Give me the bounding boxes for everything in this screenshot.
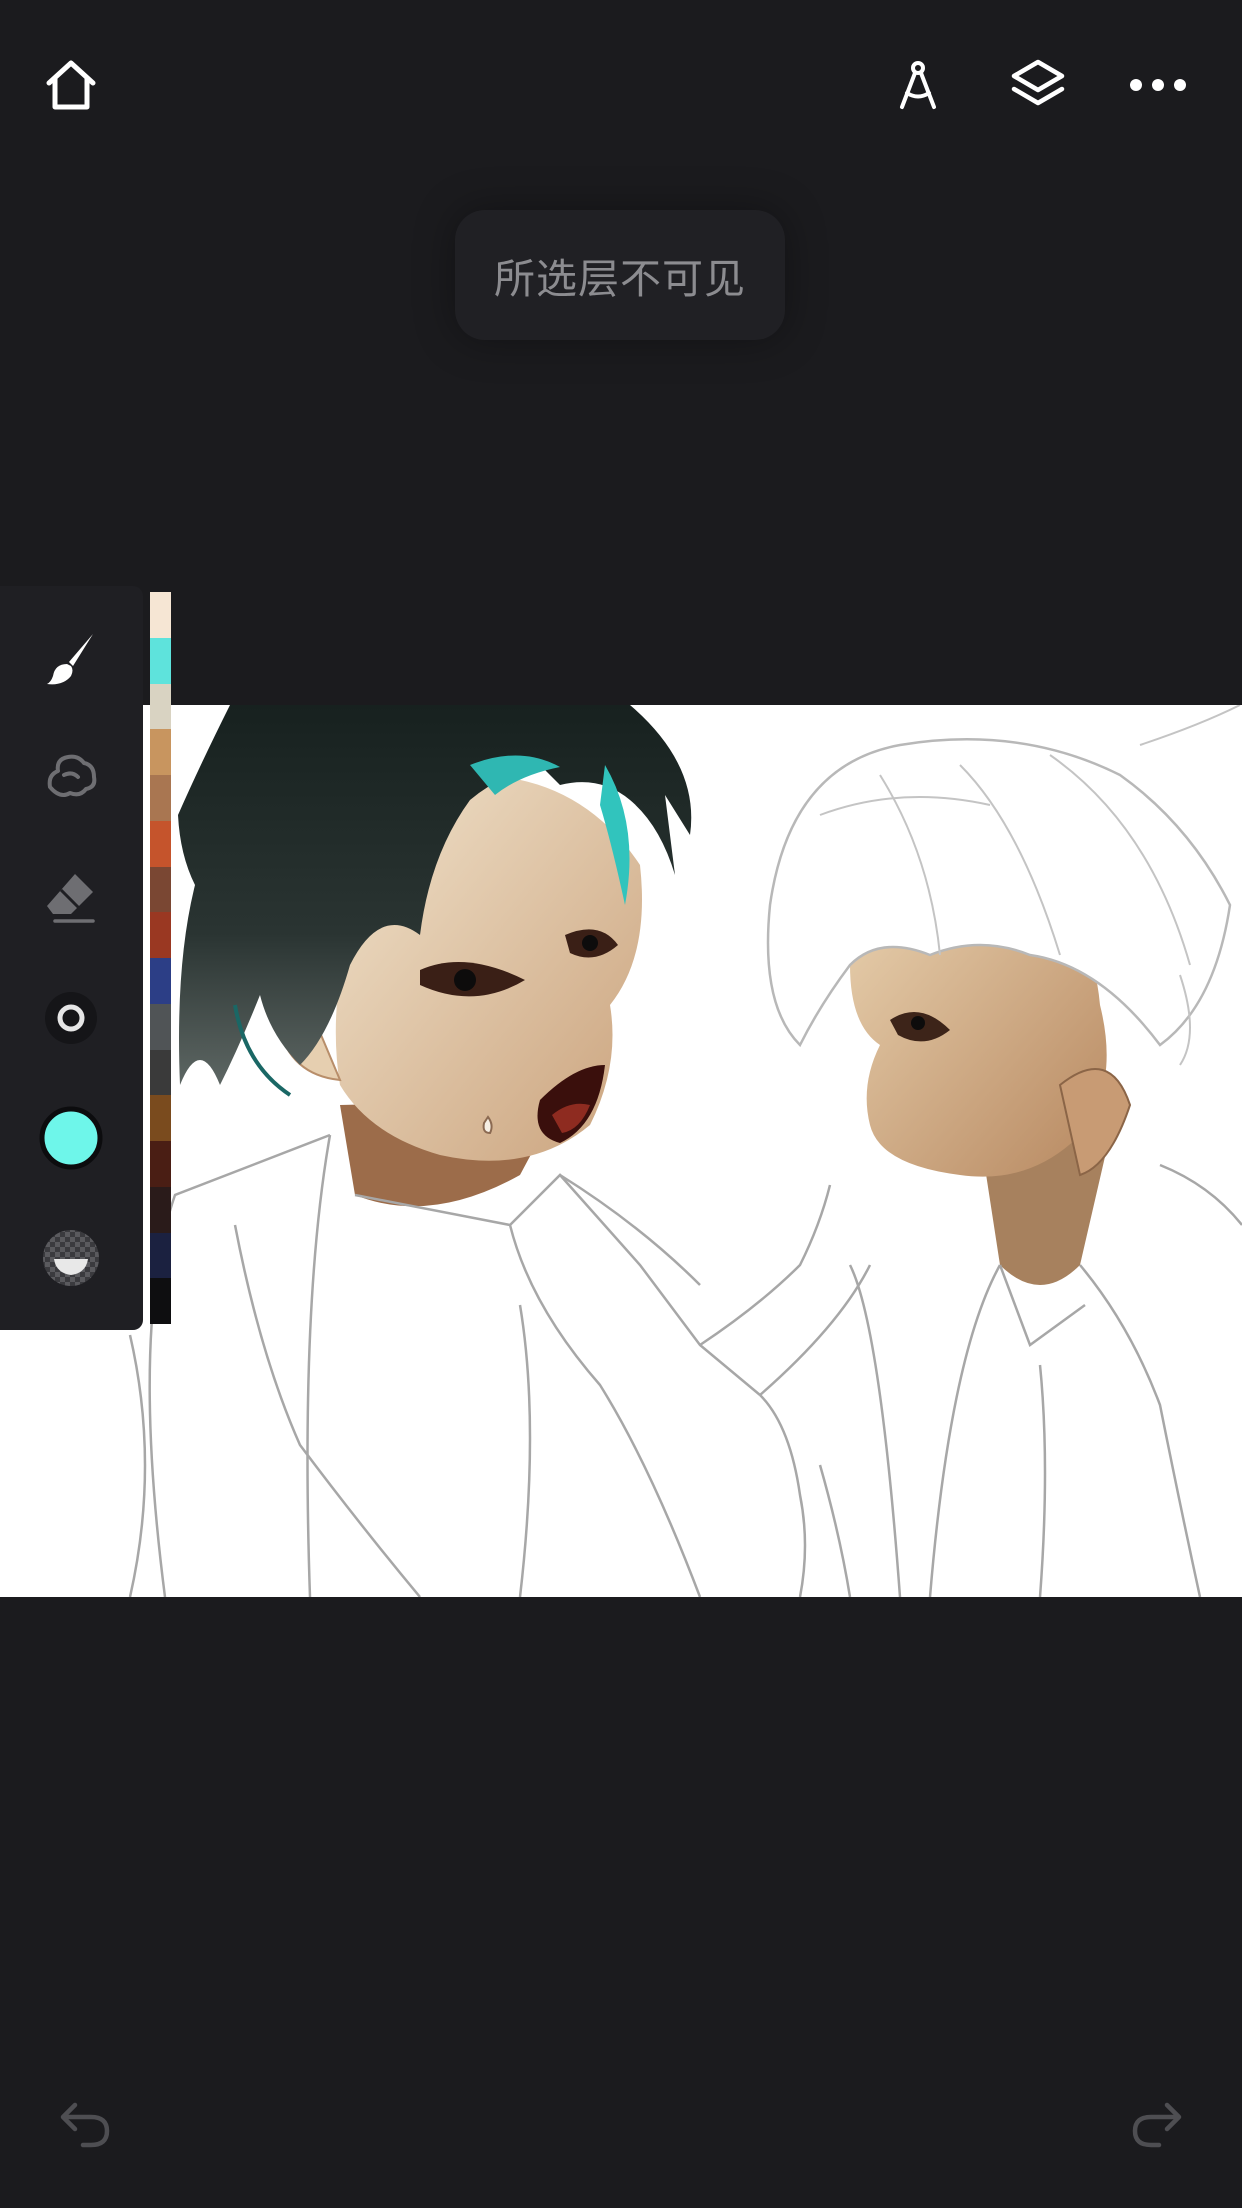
more-icon	[1130, 79, 1186, 91]
compass-ruler-icon	[900, 61, 936, 109]
brush-size-icon	[45, 992, 97, 1044]
opacity-icon	[43, 1230, 99, 1286]
palette-swatch[interactable]	[150, 592, 171, 638]
brush-tool[interactable]	[31, 618, 111, 698]
brush-icon	[47, 634, 93, 685]
palette-swatch[interactable]	[150, 1003, 171, 1050]
brush-size-button[interactable]	[31, 978, 111, 1058]
palette-swatch[interactable]	[150, 1049, 171, 1096]
palette-swatch[interactable]	[150, 637, 171, 684]
opacity-button[interactable]	[31, 1218, 111, 1298]
drawing-canvas[interactable]	[0, 705, 1242, 1597]
undo-icon	[60, 2102, 110, 2148]
home-button[interactable]	[31, 45, 111, 125]
color-palette	[150, 592, 171, 1324]
palette-swatch[interactable]	[150, 683, 171, 730]
undo-button[interactable]	[45, 2083, 125, 2163]
artwork	[128, 705, 1242, 1597]
palette-swatch[interactable]	[150, 1232, 171, 1279]
eraser-tool[interactable]	[31, 856, 111, 936]
eraser-icon	[47, 874, 95, 923]
home-icon	[46, 60, 96, 110]
palette-swatch[interactable]	[150, 1278, 171, 1324]
palette-swatch[interactable]	[150, 1186, 171, 1233]
top-bar	[0, 0, 1242, 170]
palette-swatch[interactable]	[150, 820, 171, 867]
layers-icon	[1011, 59, 1065, 106]
layer-hidden-toast: 所选层不可见	[455, 210, 785, 340]
ruler-button[interactable]	[878, 45, 958, 125]
redo-icon	[1132, 2102, 1182, 2148]
color-picker-button[interactable]	[31, 1098, 111, 1178]
tool-sidebar	[0, 586, 143, 1330]
palette-swatch[interactable]	[150, 866, 171, 913]
smudge-icon	[47, 754, 97, 797]
color-circle-icon	[39, 1106, 103, 1170]
smudge-tool[interactable]	[31, 736, 111, 816]
redo-button[interactable]	[1117, 2083, 1197, 2163]
layers-button[interactable]	[998, 45, 1078, 125]
palette-swatch[interactable]	[150, 958, 171, 1004]
palette-swatch[interactable]	[150, 775, 171, 821]
palette-swatch[interactable]	[150, 1095, 171, 1141]
palette-swatch[interactable]	[150, 1141, 171, 1187]
palette-swatch[interactable]	[150, 729, 171, 775]
more-button[interactable]	[1118, 45, 1198, 125]
palette-swatch[interactable]	[150, 912, 171, 958]
